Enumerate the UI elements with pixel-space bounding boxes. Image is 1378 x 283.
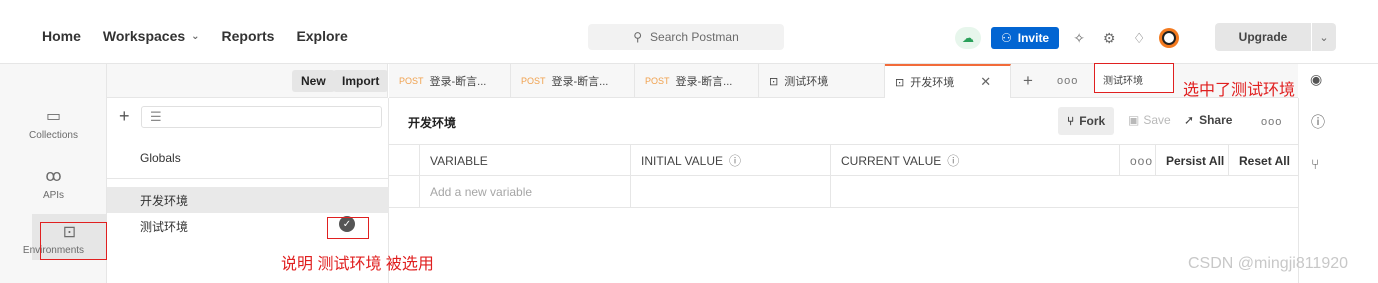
tab-environment-active[interactable]: ⊡ 开发环境 ✕ (885, 64, 1011, 98)
column-header-initial: INITIAL VALUE ⓘ (630, 145, 830, 176)
close-icon[interactable]: ✕ (980, 74, 991, 90)
tab-request[interactable]: POST 登录-断言... (389, 64, 511, 98)
save-label: Save (1143, 113, 1171, 127)
sync-cloud-icon[interactable]: ☁ (955, 27, 981, 49)
persist-all-button[interactable]: Persist All (1155, 145, 1228, 176)
tab-request[interactable]: POST 登录-断言... (635, 64, 759, 98)
filter-icon: ☰ (150, 109, 162, 124)
list-item[interactable]: 开发环境 (107, 187, 389, 213)
table-header-row: VARIABLE INITIAL VALUE ⓘ CURRENT VALUE ⓘ… (389, 144, 1298, 176)
tab-label: 登录-断言... (429, 76, 487, 88)
chevron-down-icon[interactable]: ⌄ (1312, 23, 1336, 51)
environment-selector[interactable]: 测试环境 (1094, 63, 1174, 93)
reset-all-button[interactable]: Reset All (1228, 145, 1298, 176)
tab-label: 开发环境 (910, 77, 955, 89)
search-icon: ⚲ (633, 30, 643, 44)
share-label: Share (1199, 113, 1233, 127)
column-header-label: CURRENT VALUE (841, 153, 942, 168)
tab-label: 测试环境 (784, 76, 829, 88)
new-tab-icon[interactable]: + (1023, 71, 1033, 91)
table-row: Add a new variable (389, 176, 1298, 208)
column-header-label: INITIAL VALUE (641, 153, 724, 168)
info-icon[interactable]: ⓘ (729, 152, 741, 169)
column-header-current: CURRENT VALUE ⓘ (830, 145, 1119, 176)
chevron-down-icon: ⌄ (191, 30, 200, 42)
search-input[interactable]: ⚲ Search Postman (588, 24, 784, 50)
sidebar-item-label: Collections (29, 130, 78, 141)
more-options-icon[interactable]: ooo (1119, 145, 1155, 176)
sidebar-item-collections[interactable]: ▭ Collections (0, 106, 107, 141)
tab-method: POST (399, 76, 424, 86)
tab-method: POST (521, 76, 546, 86)
add-user-icon: ⚇ (1001, 31, 1012, 45)
add-icon[interactable]: + (119, 106, 130, 127)
save-button[interactable]: ▣ Save (1128, 113, 1171, 127)
new-button[interactable]: New (292, 70, 335, 92)
header-actions: ☁ ⚇ Invite ✧ ⚙ ♢ (955, 24, 1180, 52)
import-button[interactable]: Import (333, 70, 389, 92)
environment-icon: ⊡ (895, 76, 905, 89)
row-handle (389, 176, 419, 207)
filter-input[interactable]: ☰ (141, 106, 382, 128)
tab-label: 登录-断言... (551, 76, 609, 88)
sidebar-item-apis[interactable]: ꝏ APIs (0, 166, 107, 201)
annotation-box (40, 222, 107, 260)
more-options-icon[interactable]: ooo (1261, 116, 1282, 128)
share-icon: ➚ (1184, 113, 1195, 127)
main-nav: Home Workspaces ⌄ Reports Explore (42, 28, 348, 44)
add-variable-input[interactable]: Add a new variable (419, 176, 631, 207)
nav-workspaces-label: Workspaces (102, 28, 186, 44)
annotation-box (327, 217, 369, 239)
nav-workspaces[interactable]: Workspaces ⌄ (103, 28, 200, 44)
invite-button[interactable]: ⚇ Invite (991, 27, 1060, 49)
gear-icon[interactable]: ⚙ (1099, 28, 1119, 48)
current-value-input[interactable] (830, 176, 1298, 207)
divider (107, 178, 389, 179)
annotation-text: 说明 测试环境 被选用 (281, 256, 434, 273)
info-icon[interactable]: ⓘ (1311, 112, 1325, 132)
top-header: Home Workspaces ⌄ Reports Explore ⚲ Searc… (0, 0, 1378, 64)
invite-label: Invite (1017, 31, 1050, 45)
info-icon[interactable]: ⓘ (947, 152, 959, 169)
initial-value-input[interactable] (630, 176, 830, 207)
watermark: CSDN @mingji811920 (1188, 255, 1349, 272)
annotation-text: 选中了测试环境 (1183, 82, 1296, 99)
upgrade-button[interactable]: Upgrade (1215, 23, 1311, 51)
nav-home[interactable]: Home (42, 28, 81, 44)
more-tabs-icon[interactable]: ooo (1057, 75, 1078, 87)
row-handle (389, 145, 419, 176)
nav-explore[interactable]: Explore (296, 28, 347, 44)
page-title: 开发环境 (408, 116, 457, 130)
search-placeholder: Search Postman (650, 30, 739, 44)
tab-label: 登录-断言... (675, 76, 733, 88)
apis-icon: ꝏ (45, 168, 62, 185)
bell-icon[interactable]: ♢ (1129, 28, 1149, 48)
nav-reports[interactable]: Reports (222, 28, 275, 44)
save-icon: ▣ (1128, 113, 1140, 127)
share-button[interactable]: ➚ Share (1184, 113, 1232, 127)
satellite-icon[interactable]: ✧ (1069, 28, 1089, 48)
tab-environment[interactable]: ⊡ 测试环境 (759, 64, 885, 98)
avatar[interactable] (1159, 28, 1180, 48)
list-item-globals[interactable]: Globals (107, 145, 389, 171)
collections-icon: ▭ (45, 108, 62, 125)
tab-method: POST (645, 76, 670, 86)
column-header-variable: VARIABLE (419, 145, 631, 176)
fork-icon[interactable]: ⑂ (1311, 156, 1319, 172)
environment-icon: ⊡ (769, 75, 779, 88)
sidebar-item-label: APIs (42, 190, 65, 201)
eye-icon[interactable]: ◉ (1310, 71, 1322, 88)
fork-label: Fork (1079, 114, 1106, 128)
fork-button[interactable]: ⑂ Fork (1058, 107, 1115, 135)
fork-icon: ⑂ (1067, 114, 1075, 128)
tab-request[interactable]: POST 登录-断言... (511, 64, 635, 98)
